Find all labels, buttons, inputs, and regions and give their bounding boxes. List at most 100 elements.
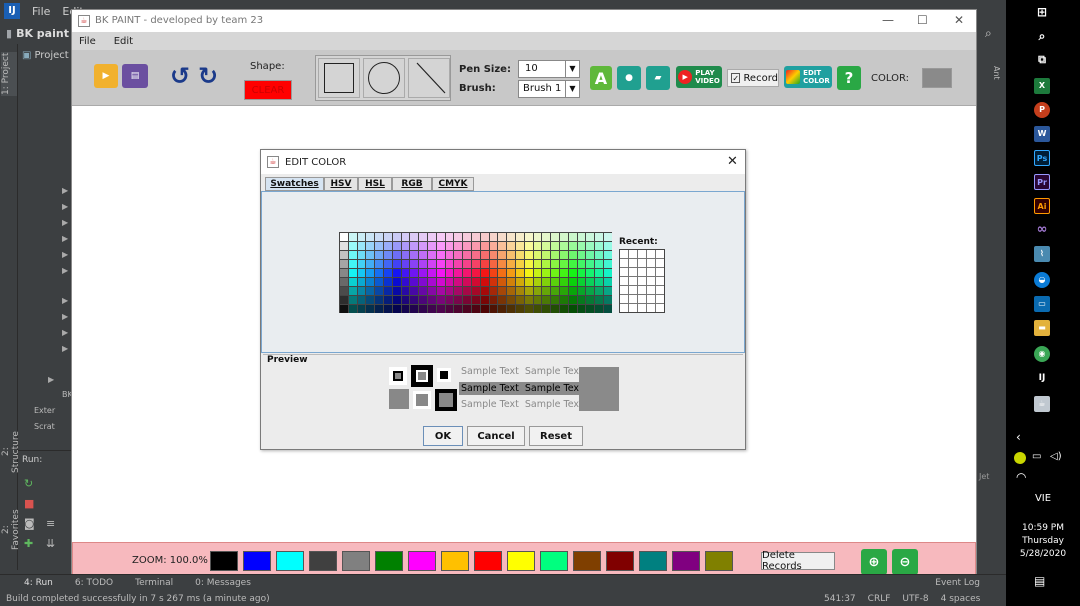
swatch-cell[interactable] bbox=[595, 278, 603, 286]
swatch-cell[interactable] bbox=[375, 269, 383, 277]
swatch-cell[interactable] bbox=[419, 260, 427, 268]
recent-swatch-cell[interactable] bbox=[629, 295, 637, 303]
swatch-cell[interactable] bbox=[560, 233, 568, 241]
swatch-cell[interactable] bbox=[348, 269, 357, 277]
close-icon[interactable]: ✕ bbox=[727, 154, 738, 169]
swatch-cell[interactable] bbox=[348, 260, 357, 268]
swatch-cell[interactable] bbox=[542, 287, 551, 295]
swatch-cell[interactable] bbox=[410, 260, 419, 268]
app-menu-file[interactable]: File bbox=[79, 36, 96, 47]
swatch-cell[interactable] bbox=[472, 260, 480, 268]
swatch-cell[interactable] bbox=[410, 278, 419, 286]
swatch-cell[interactable] bbox=[375, 242, 383, 250]
swatch-cell[interactable] bbox=[551, 251, 559, 259]
fill-tool-icon[interactable]: ● bbox=[617, 66, 641, 90]
ide-breadcrumb[interactable]: ▮ BK paint bbox=[0, 22, 71, 44]
swatch-cell[interactable] bbox=[577, 260, 586, 268]
recent-swatch-cell[interactable] bbox=[638, 250, 646, 258]
swatch-cell[interactable] bbox=[445, 251, 454, 259]
swatch-cell[interactable] bbox=[577, 251, 586, 259]
swatch-cell[interactable] bbox=[436, 296, 445, 304]
swatch-cell[interactable] bbox=[463, 269, 471, 277]
swatch-cell[interactable] bbox=[560, 251, 568, 259]
swatch-cell[interactable] bbox=[516, 305, 524, 313]
recent-swatch-cell[interactable] bbox=[656, 277, 664, 285]
swatch-cell[interactable] bbox=[340, 269, 348, 277]
tree-expand-icon[interactable]: ▶ bbox=[62, 266, 68, 275]
swatch-cell[interactable] bbox=[604, 242, 612, 250]
swatch-cell[interactable] bbox=[542, 296, 551, 304]
tab-favorites[interactable]: 2: Favorites bbox=[1, 506, 21, 554]
swatch-cell[interactable] bbox=[480, 233, 489, 241]
minimize-icon[interactable]: — bbox=[882, 13, 894, 27]
swatch-cell[interactable] bbox=[348, 278, 357, 286]
recent-swatch-cell[interactable] bbox=[629, 259, 637, 267]
swatch-cell[interactable] bbox=[604, 287, 612, 295]
swatch-cell[interactable] bbox=[463, 296, 471, 304]
swatch-cell[interactable] bbox=[604, 260, 612, 268]
swatch-cell[interactable] bbox=[348, 296, 357, 304]
recent-swatch-cell[interactable] bbox=[638, 286, 646, 294]
recent-swatch-cell[interactable] bbox=[656, 295, 664, 303]
debug-icon[interactable]: ✚ bbox=[24, 537, 33, 550]
project-tool-header[interactable]: ▣ Project bbox=[22, 50, 69, 61]
swatch-cell[interactable] bbox=[586, 287, 595, 295]
tree-expand-icon[interactable]: ▶ bbox=[62, 250, 68, 259]
swatch-cell[interactable] bbox=[560, 296, 568, 304]
recent-swatch-cell[interactable] bbox=[620, 286, 628, 294]
swatch-cell[interactable] bbox=[577, 305, 586, 313]
swatch-cell[interactable] bbox=[568, 287, 577, 295]
recent-swatch-cell[interactable] bbox=[629, 268, 637, 276]
zoom-in-icon[interactable]: ⊕ bbox=[861, 549, 887, 575]
swatch-cell[interactable] bbox=[348, 287, 357, 295]
swatch-cell[interactable] bbox=[524, 251, 533, 259]
swatch-cell[interactable] bbox=[604, 269, 612, 277]
swatch-cell[interactable] bbox=[595, 269, 603, 277]
tree-expand-icon[interactable]: ▶ bbox=[62, 344, 68, 353]
swatch-cell[interactable] bbox=[551, 278, 559, 286]
file-encoding[interactable]: UTF-8 bbox=[902, 594, 928, 604]
powerpoint-icon[interactable]: P bbox=[1034, 102, 1050, 118]
swatch-cell[interactable] bbox=[445, 233, 454, 241]
swatch-cell[interactable] bbox=[498, 296, 507, 304]
swatch-cell[interactable] bbox=[586, 251, 595, 259]
help-button[interactable]: ? bbox=[837, 66, 861, 90]
swatch-cell[interactable] bbox=[384, 260, 392, 268]
swatch-cell[interactable] bbox=[419, 296, 427, 304]
recent-swatch-cell[interactable] bbox=[620, 304, 628, 312]
indent-setting[interactable]: 4 spaces bbox=[941, 594, 981, 604]
swatch-cell[interactable] bbox=[551, 269, 559, 277]
shape-rectangle-button[interactable] bbox=[318, 58, 360, 98]
tree-expand-icon[interactable]: ▶ bbox=[62, 186, 68, 195]
swatch-cell[interactable] bbox=[366, 287, 375, 295]
swatch-cell[interactable] bbox=[419, 233, 427, 241]
recent-swatch-cell[interactable] bbox=[656, 304, 664, 312]
swatch-cell[interactable] bbox=[498, 278, 507, 286]
recent-swatch-cell[interactable] bbox=[629, 286, 637, 294]
swatch-cell[interactable] bbox=[595, 296, 603, 304]
swatch-cell[interactable] bbox=[428, 296, 436, 304]
swatch-cell[interactable] bbox=[340, 242, 348, 250]
bottom-tab-terminal[interactable]: Terminal bbox=[135, 578, 173, 588]
chrome-icon[interactable]: ◉ bbox=[1034, 346, 1050, 362]
swatch-cell[interactable] bbox=[340, 305, 348, 313]
palette-swatch[interactable] bbox=[441, 551, 469, 571]
swatch-cell[interactable] bbox=[533, 305, 542, 313]
shape-line-button[interactable] bbox=[408, 58, 450, 98]
swatch-cell[interactable] bbox=[586, 260, 595, 268]
bottom-tab-run[interactable]: 4: Run bbox=[24, 578, 53, 588]
bottom-tab-messages[interactable]: 0: Messages bbox=[195, 578, 251, 588]
recent-swatch-cell[interactable] bbox=[638, 259, 646, 267]
cancel-button[interactable]: Cancel bbox=[467, 426, 525, 446]
swatch-cell[interactable] bbox=[410, 287, 419, 295]
edit-color-button[interactable]: EDIT COLOR bbox=[784, 66, 832, 88]
swatch-cell[interactable] bbox=[428, 269, 436, 277]
swatch-cell[interactable] bbox=[498, 233, 507, 241]
swatch-cell[interactable] bbox=[586, 242, 595, 250]
tab-hsl[interactable]: HSL bbox=[358, 177, 392, 191]
input-language[interactable]: VIE bbox=[1006, 493, 1080, 504]
swatch-cell[interactable] bbox=[560, 278, 568, 286]
swatch-cell[interactable] bbox=[366, 251, 375, 259]
swatch-cell[interactable] bbox=[480, 296, 489, 304]
swatch-cell[interactable] bbox=[480, 251, 489, 259]
